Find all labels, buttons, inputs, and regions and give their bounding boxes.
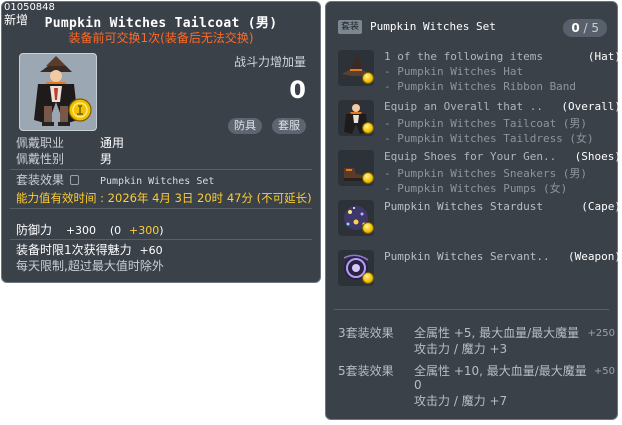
job-row: 佩戴职业	[16, 136, 64, 150]
set-piece-overall[interactable]: Equip an Overall that .. (Overall) - Pum…	[338, 100, 621, 145]
charm-label: 装备时限1次获得魅力	[16, 243, 132, 257]
armor-tag-button[interactable]: 防具	[228, 118, 262, 134]
set-badge: 套装	[338, 20, 363, 34]
trade-note: 装备前可交换1次(装备后无法交换)	[68, 31, 254, 45]
combat-power-value: 0	[289, 76, 306, 104]
gender-value: 男	[100, 152, 113, 166]
charm-value: +60	[139, 244, 163, 257]
piece-sub: - Pumpkin Witches Hat	[384, 65, 524, 78]
defense-detail-close: )	[159, 224, 164, 237]
bonus-line1-end-3: +250	[587, 328, 615, 339]
bonus-line2-5: 攻击力 / 魔力 +7	[414, 394, 508, 408]
divider	[10, 169, 312, 170]
lock-icon	[69, 175, 79, 185]
coin-icon	[362, 272, 374, 284]
item-tooltip: 01050848 新增 Pumpkin Witches Tailcoat (男)…	[1, 1, 321, 283]
coin-icon	[68, 98, 92, 122]
set-effect-row: 套装效果	[16, 173, 83, 187]
bonus-line2-3: 攻击力 / 魔力 +3	[414, 342, 508, 356]
divider	[10, 208, 312, 209]
set-piece-hat[interactable]: 1 of the following items (Hat) - Pumpkin…	[338, 50, 621, 94]
divider	[10, 239, 312, 240]
set-title: Pumpkin Witches Set	[370, 20, 496, 33]
charm-note: 每天限制,超过最大值时除外	[16, 259, 164, 273]
set-count-badge: 0 / 5	[563, 19, 607, 37]
coin-icon	[362, 222, 374, 234]
bonus-line1-cont-5: 0	[414, 378, 422, 392]
piece-slot: (Cape)	[581, 200, 621, 213]
piece-line1: Equip Shoes for Your Gen..	[384, 150, 557, 163]
piece-line1: Pumpkin Witches Stardust	[384, 200, 543, 213]
set-panel: 套装 Pumpkin Witches Set 0 / 5 1 of the fo…	[325, 1, 621, 420]
coin-icon	[362, 72, 374, 84]
coin-icon	[362, 122, 374, 134]
job-label: 佩戴职业	[16, 136, 65, 150]
defense-label: 防御力	[16, 223, 53, 237]
defense-detail-bonus: +300	[129, 224, 160, 237]
set-piece-weapon[interactable]: Pumpkin Witches Servant.. (Weapon)	[338, 250, 621, 294]
charm-row: 装备时限1次获得魅力 +60	[16, 243, 163, 258]
bonus-line1-end-5: +50	[593, 366, 615, 377]
piece-slot: (Shoes)	[574, 150, 621, 163]
gender-row: 佩戴性别	[16, 152, 64, 166]
piece-slot: (Overall)	[561, 100, 621, 113]
set-effect-name: Pumpkin Witches Set	[100, 176, 215, 187]
defense-value: +300	[65, 224, 97, 237]
combat-power-label: 战斗力增加量	[233, 55, 306, 69]
piece-sub: - Pumpkin Witches Tailcoat (男)	[384, 117, 588, 130]
piece-sub: - Pumpkin Witches Pumps (女)	[384, 182, 568, 195]
job-value: 通用	[100, 136, 125, 150]
piece-sub: - Pumpkin Witches Taildress (女)	[384, 132, 594, 145]
set-effect-label: 套装效果	[16, 173, 65, 187]
gender-label: 佩戴性别	[16, 152, 65, 166]
coin-icon	[362, 172, 374, 184]
set-count-total: / 5	[583, 21, 600, 35]
piece-line1: Equip an Overall that ..	[384, 100, 543, 113]
bonus-line1-3: 全属性 +5, 最大血量/最大魔量	[414, 326, 580, 340]
bonus-line1-5: 全属性 +10, 最大血量/最大魔量	[414, 364, 587, 378]
piece-line1: 1 of the following items	[384, 50, 543, 63]
piece-line1: Pumpkin Witches Servant..	[384, 250, 550, 263]
piece-slot: (Hat)	[587, 50, 621, 63]
bonus-label-3: 3套装效果	[338, 326, 394, 340]
set-piece-shoes[interactable]: Equip Shoes for Your Gen.. (Shoes) - Pum…	[338, 150, 621, 195]
ability-valid-time: 能力值有效时间 : 2026年 4月 3日 20时 47分 (不可延长)	[16, 191, 312, 205]
piece-sub: - Pumpkin Witches Ribbon Band	[384, 80, 577, 93]
suit-tag-button[interactable]: 套服	[272, 118, 306, 134]
bonus-label-5: 5套装效果	[338, 364, 394, 378]
divider	[334, 309, 609, 310]
piece-sub: - Pumpkin Witches Sneakers (男)	[384, 167, 588, 180]
defense-row: 防御力 +300 (0 +300)	[16, 223, 164, 238]
piece-slot: (Weapon)	[568, 250, 621, 263]
set-count-current: 0	[571, 21, 580, 35]
set-piece-cape[interactable]: Pumpkin Witches Stardust (Cape)	[338, 200, 621, 244]
item-icon-box	[19, 53, 97, 131]
defense-detail-open: (0	[109, 224, 122, 237]
